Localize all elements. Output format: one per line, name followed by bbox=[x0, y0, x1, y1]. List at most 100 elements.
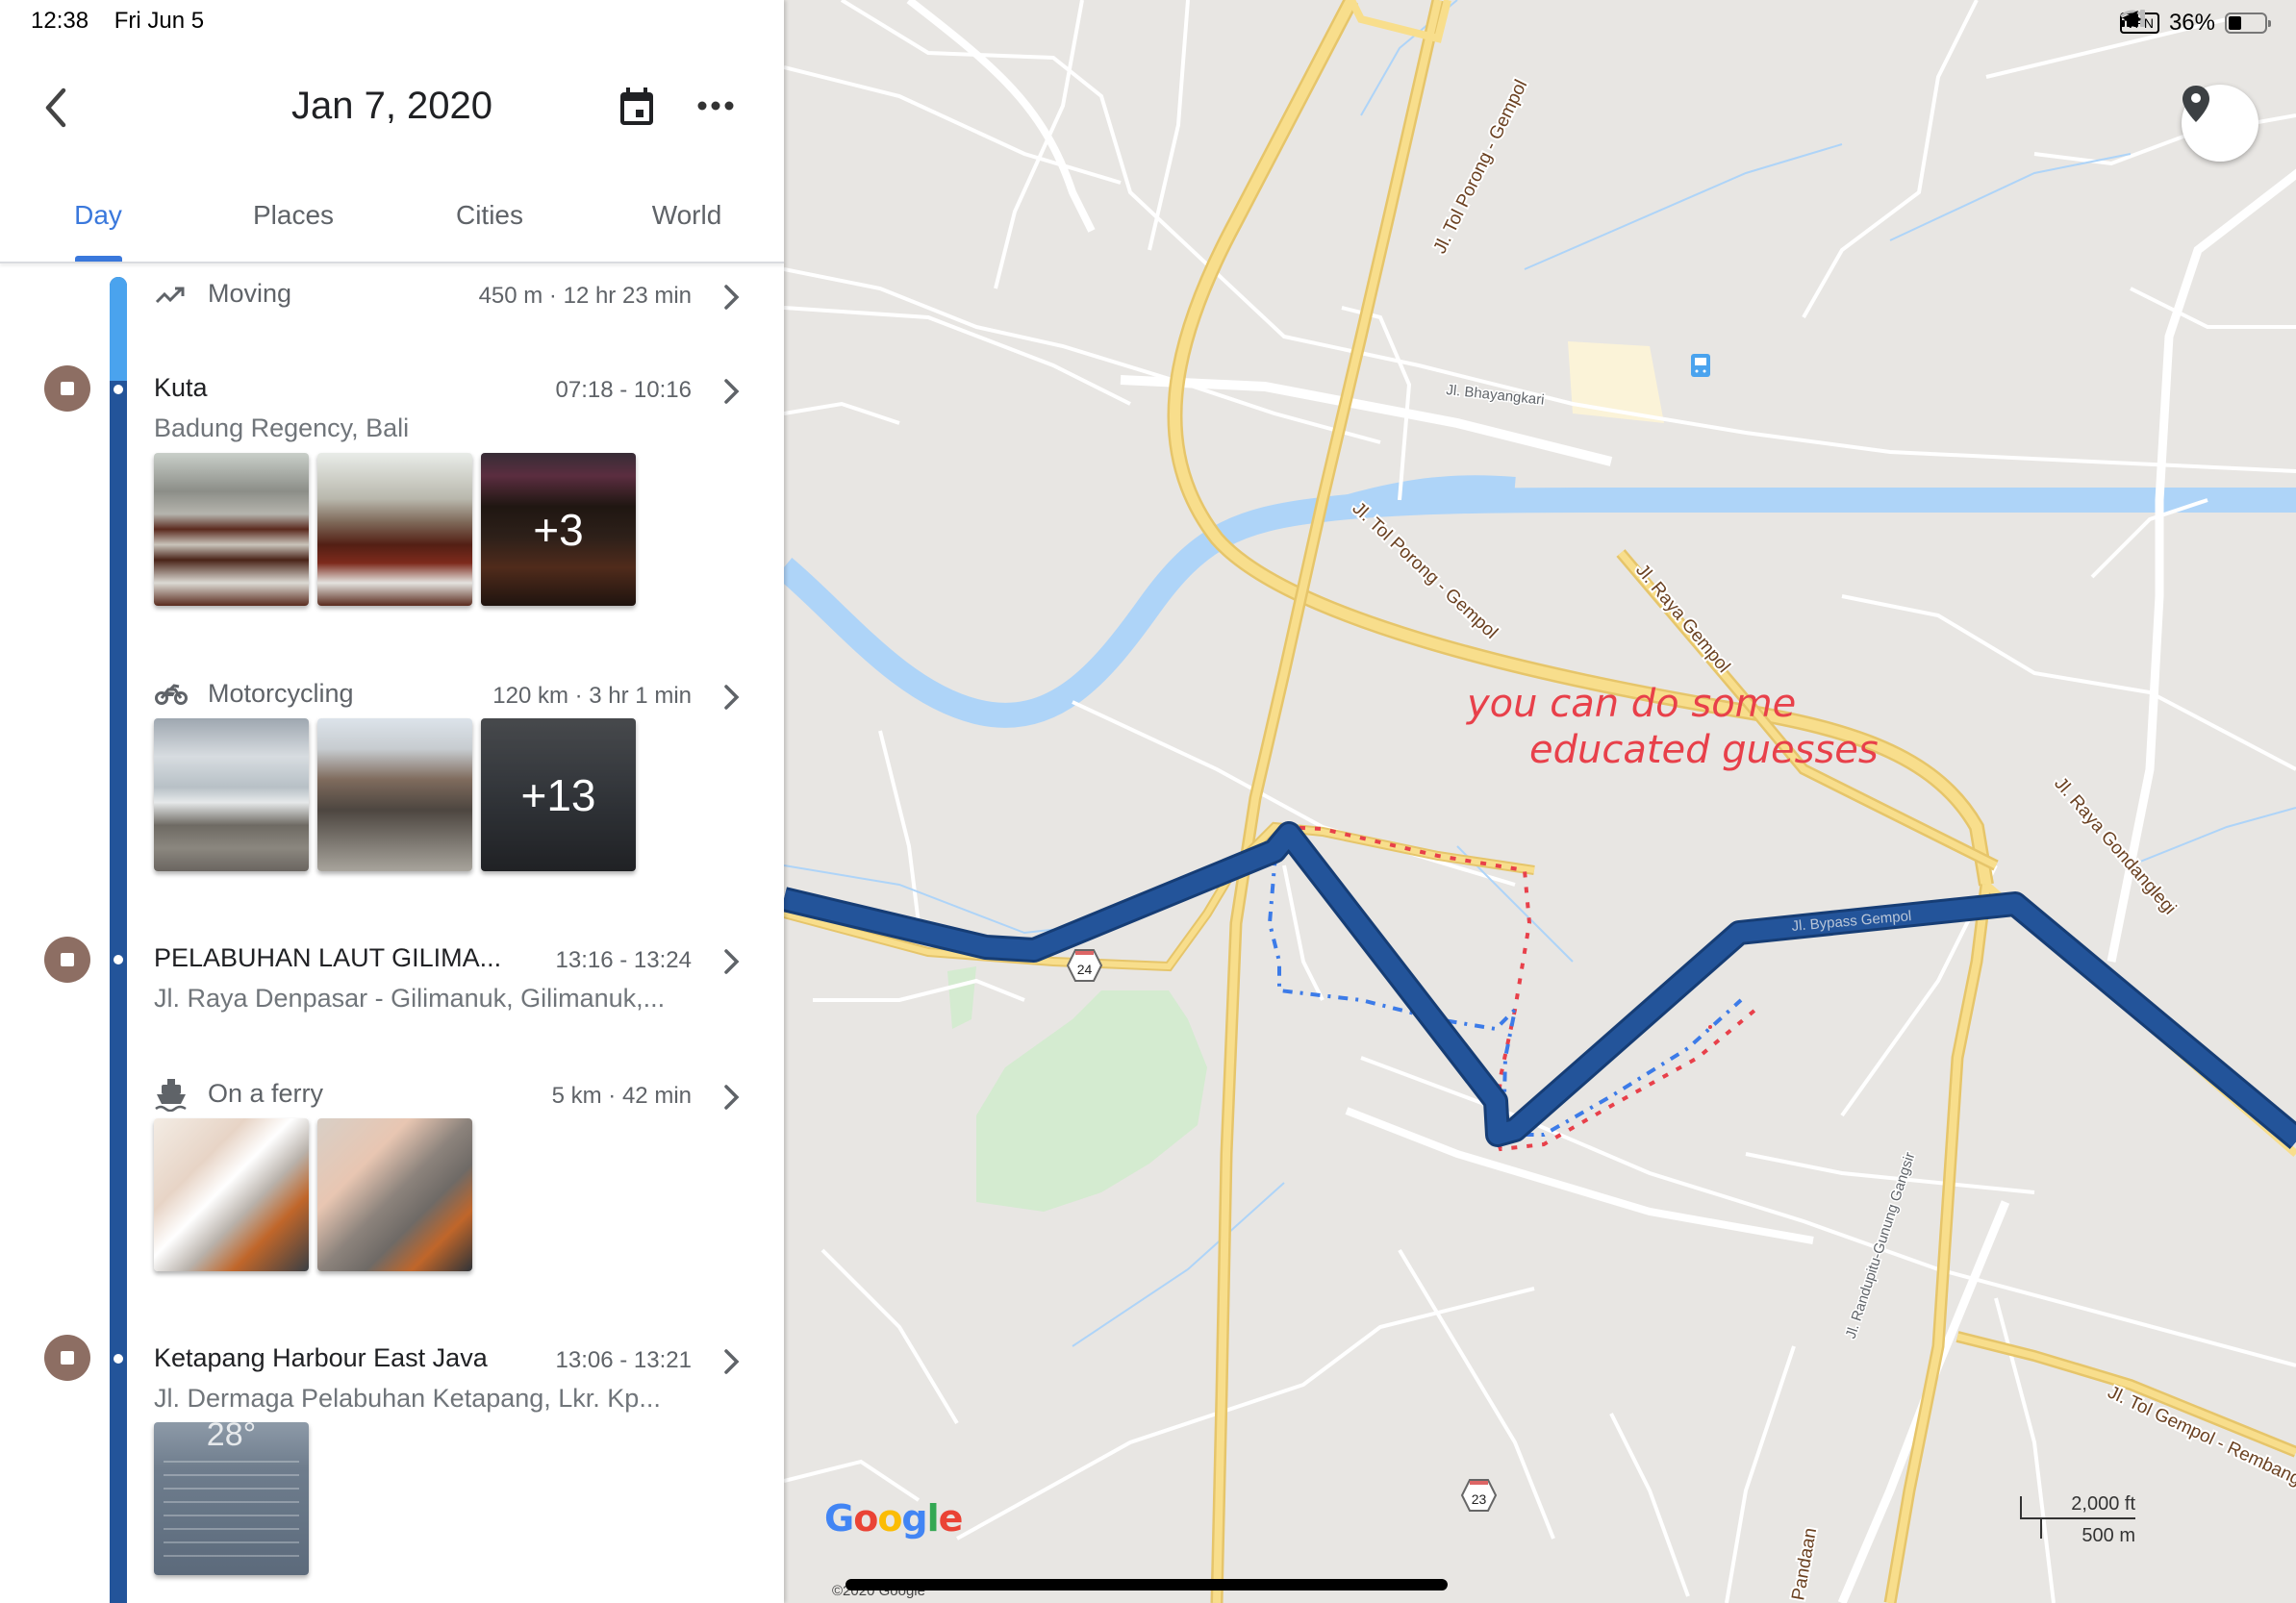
park-area bbox=[976, 990, 1207, 1212]
route-shield-23: 23 bbox=[1460, 1479, 1498, 1512]
calendar-button[interactable] bbox=[618, 87, 656, 127]
more-horizontal-icon bbox=[697, 101, 734, 111]
timeline-line bbox=[110, 277, 127, 1603]
handwritten-annotation-line2: educated guesses bbox=[1529, 728, 1879, 772]
status-bar-left: 12:38 Fri Jun 5 bbox=[31, 8, 223, 35]
tab-bar: Day Places Cities World bbox=[0, 183, 784, 262]
chevron-right-icon[interactable] bbox=[717, 947, 745, 976]
major-road bbox=[2107, 168, 2296, 963]
road-label: Jl. Raya Gondanglegi bbox=[2050, 774, 2180, 919]
google-logo: Google bbox=[824, 1497, 963, 1540]
status-bar-right: VPN 36% bbox=[2120, 10, 2271, 37]
activity-meta: 5 km · 42 min bbox=[551, 1083, 692, 1109]
scale-imperial: 2,000 ft bbox=[2071, 1493, 2135, 1515]
ferry-icon bbox=[155, 1079, 187, 1112]
timeline-sidebar: 12:38 Fri Jun 5 Jan 7, 2020 Day Places C… bbox=[0, 0, 784, 1603]
tab-world[interactable]: World bbox=[652, 200, 722, 231]
place-time: 07:18 - 10:16 bbox=[555, 377, 692, 403]
major-road bbox=[906, 0, 1096, 233]
timeline-item-moving[interactable]: Moving 450 m · 12 hr 23 min bbox=[154, 277, 745, 315]
place-address: Badung Regency, Bali bbox=[154, 413, 410, 442]
more-photos-count: +3 bbox=[481, 453, 636, 606]
chevron-right-icon[interactable] bbox=[717, 1347, 745, 1376]
handwritten-annotation-line1: you can do some bbox=[1466, 682, 1796, 726]
road-photo[interactable]: +13 bbox=[481, 718, 636, 871]
park-area bbox=[947, 966, 976, 1029]
map-pin-icon bbox=[2182, 86, 2209, 122]
calendar-icon bbox=[620, 88, 653, 125]
tab-cities[interactable]: Cities bbox=[456, 200, 523, 231]
shield-label: 24 bbox=[1077, 962, 1093, 977]
weather-screenshot-photo[interactable]: 28° bbox=[154, 1422, 309, 1575]
place-title: Ketapang Harbour East Java bbox=[154, 1343, 488, 1372]
chevron-right-icon[interactable] bbox=[717, 283, 745, 312]
timeline-item-kuta[interactable]: Kuta 07:18 - 10:16 Badung Regency, Bali bbox=[154, 371, 745, 448]
activity-title: Motorcycling bbox=[208, 679, 354, 708]
train-station-icon[interactable] bbox=[1691, 354, 1710, 377]
place-time: 13:06 - 13:21 bbox=[555, 1347, 692, 1373]
buffet-photo[interactable] bbox=[317, 453, 472, 606]
page-title: Jan 7, 2020 bbox=[290, 85, 493, 127]
activity-meta: 450 m · 12 hr 23 min bbox=[478, 283, 692, 309]
more-photos-count: +13 bbox=[481, 718, 636, 871]
scale-metric: 500 m bbox=[2082, 1525, 2135, 1546]
map-scale: 2,000 ft 500 m bbox=[2020, 1493, 2135, 1546]
timeline-item-ferry[interactable]: On a ferry 5 km · 42 min bbox=[154, 1077, 745, 1115]
place-marker-icon bbox=[44, 365, 90, 412]
photo-strip: +13 bbox=[154, 718, 636, 871]
place-title: Kuta bbox=[154, 373, 208, 402]
cable-photo[interactable] bbox=[317, 1118, 472, 1271]
weather-temp: 28° bbox=[206, 1422, 257, 1453]
more-options-button[interactable] bbox=[694, 94, 737, 117]
map-canvas[interactable]: 24 23 Jl. Tol Porong - Gempol Jl. Tol Po… bbox=[784, 0, 2296, 1603]
motorcycle-icon bbox=[155, 684, 188, 705]
timeline-dot bbox=[114, 955, 123, 964]
timeline-dot bbox=[114, 1354, 123, 1364]
location-arrow-icon bbox=[2121, 11, 2139, 28]
moving-icon bbox=[155, 287, 185, 304]
timeline-item-ketapang[interactable]: Ketapang Harbour East Java 13:06 - 13:21… bbox=[154, 1341, 745, 1418]
tab-day[interactable]: Day bbox=[74, 200, 122, 231]
timeline-item-motorcycling[interactable]: Motorcycling 120 km · 3 hr 1 min bbox=[154, 677, 745, 715]
buffet-photo[interactable] bbox=[154, 453, 309, 606]
place-time: 13:16 - 13:24 bbox=[555, 947, 692, 973]
shield-label: 23 bbox=[1472, 1491, 1487, 1507]
home-indicator[interactable] bbox=[845, 1579, 1448, 1590]
weather-forecast-lines bbox=[164, 1461, 299, 1565]
status-date: Fri Jun 5 bbox=[114, 8, 205, 34]
battery-icon bbox=[2225, 13, 2271, 34]
activity-title: On a ferry bbox=[208, 1079, 324, 1108]
chevron-right-icon[interactable] bbox=[717, 377, 745, 406]
cable-photo[interactable] bbox=[154, 1118, 309, 1271]
place-marker-icon bbox=[44, 937, 90, 983]
header-divider bbox=[0, 262, 784, 263]
place-address: Jl. Raya Denpasar - Gilimanuk, Gilimanuk… bbox=[154, 984, 666, 1013]
table-photo[interactable]: +3 bbox=[481, 453, 636, 606]
tab-places[interactable]: Places bbox=[253, 200, 334, 231]
chevron-right-icon[interactable] bbox=[717, 683, 745, 712]
map-view[interactable]: 24 23 Jl. Tol Porong - Gempol Jl. Tol Po… bbox=[784, 0, 2296, 1603]
place-marker-icon bbox=[44, 1335, 90, 1381]
location-button[interactable] bbox=[2182, 85, 2258, 162]
beach-photo[interactable] bbox=[154, 718, 309, 871]
battery-percent: 36% bbox=[2168, 10, 2215, 36]
photo-strip: 28° bbox=[154, 1422, 309, 1575]
major-road bbox=[1345, 1107, 1814, 1244]
annotation-dot bbox=[1708, 1025, 1712, 1029]
road-label: Pandaan bbox=[1788, 1526, 1821, 1602]
timeline-dot bbox=[114, 385, 123, 394]
activity-meta: 120 km · 3 hr 1 min bbox=[492, 683, 692, 709]
place-title: PELABUHAN LAUT GILIMA... bbox=[154, 943, 502, 972]
timeline-item-pelabuhan[interactable]: PELABUHAN LAUT GILIMA... 13:16 - 13:24 J… bbox=[154, 941, 745, 1018]
activity-title: Moving bbox=[208, 279, 292, 308]
route-shield-24: 24 bbox=[1066, 949, 1103, 982]
status-time: 12:38 bbox=[31, 8, 89, 34]
place-address: Jl. Dermaga Pelabuhan Ketapang, Lkr. Kp.… bbox=[154, 1384, 661, 1413]
photo-strip bbox=[154, 1118, 472, 1271]
chevron-right-icon[interactable] bbox=[717, 1083, 745, 1112]
statue-photo[interactable] bbox=[317, 718, 472, 871]
road-label: Jl. Tol Porong - Gempol bbox=[1430, 77, 1532, 257]
road-label: Jl. Raya Gempol bbox=[1631, 561, 1733, 677]
header: Jan 7, 2020 bbox=[0, 58, 784, 154]
photo-strip: +3 bbox=[154, 453, 636, 606]
